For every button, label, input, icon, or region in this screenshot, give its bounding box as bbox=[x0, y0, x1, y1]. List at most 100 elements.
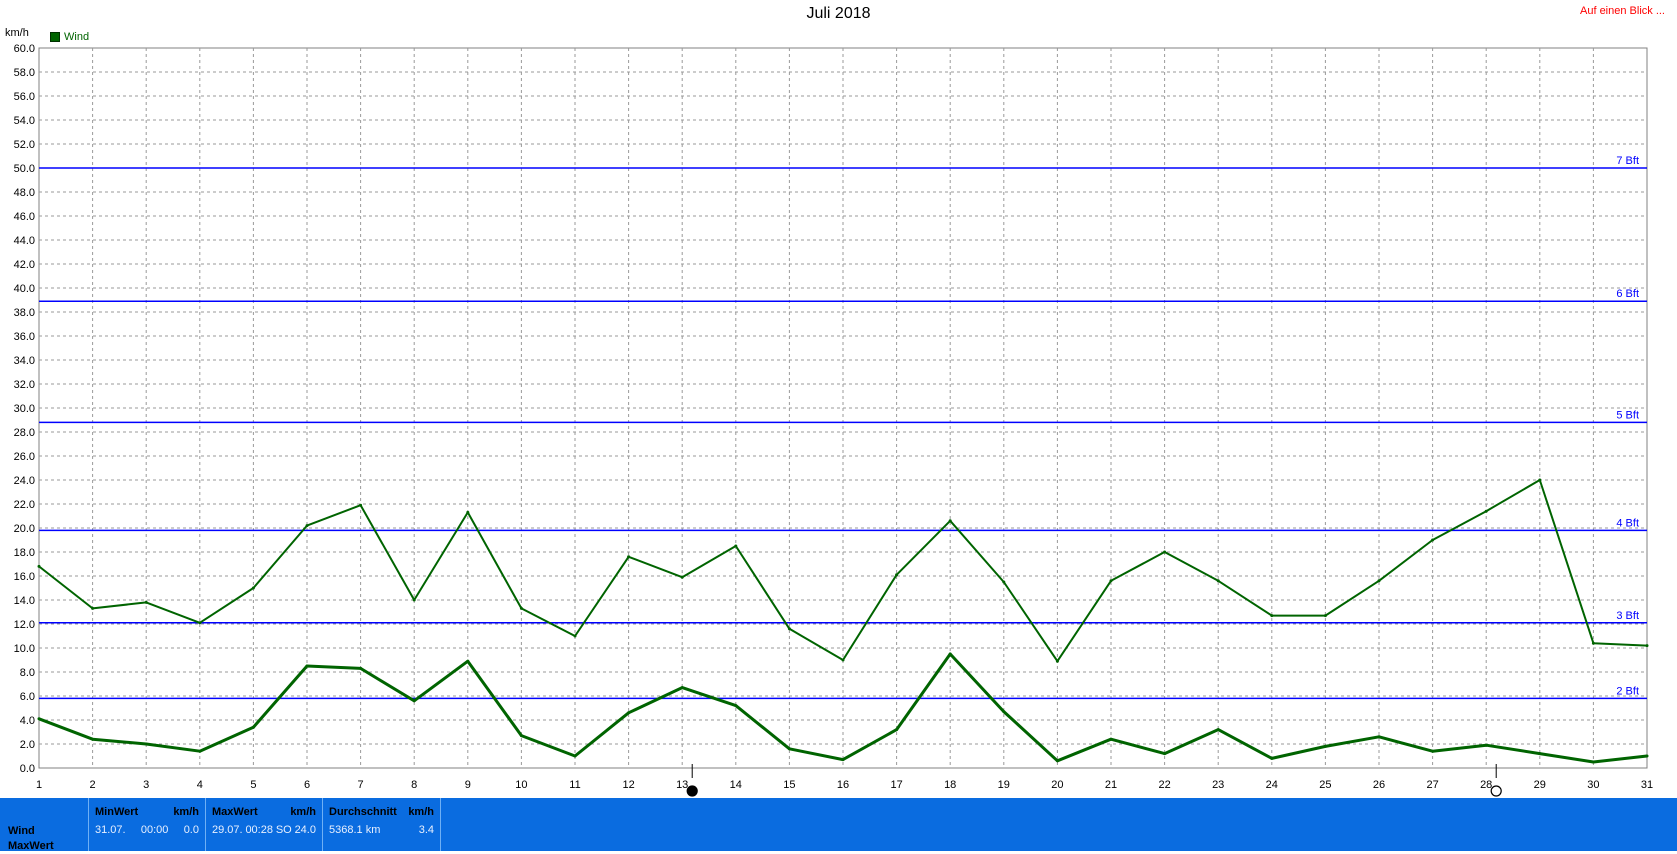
y-tick-label: 52.0 bbox=[14, 139, 35, 151]
stat-max-time: 00:28 bbox=[245, 824, 273, 836]
y-tick-label: 48.0 bbox=[14, 187, 35, 199]
data-point-average bbox=[412, 699, 416, 703]
x-tick-label: 31 bbox=[1641, 779, 1653, 791]
data-point-max bbox=[1270, 614, 1274, 618]
y-tick-label: 42.0 bbox=[14, 259, 35, 271]
wind-chart: 0.0 2.0 4.0 6.0 8.0 10.0 12.0 14.0 16.0 18.0 20.0 2… bbox=[14, 43, 1653, 797]
stat-avg-header: Durchschnitt bbox=[329, 806, 397, 818]
x-tick-label: 18 bbox=[944, 779, 956, 791]
data-point-max bbox=[1163, 550, 1167, 554]
x-tick-label: 23 bbox=[1212, 779, 1224, 791]
stats-row-label-maxwert: MaxWert bbox=[8, 840, 54, 852]
y-tick-label: 0.0 bbox=[20, 763, 35, 775]
x-tick-label: 30 bbox=[1587, 779, 1599, 791]
data-point-average bbox=[305, 664, 309, 668]
data-point-max bbox=[787, 627, 791, 631]
x-tick-label: 13 bbox=[676, 779, 688, 791]
x-tick-label: 29 bbox=[1534, 779, 1546, 791]
stats-bar: Wind MaxWert MinWert km/h 31.07. 00:00 0… bbox=[0, 798, 1677, 852]
y-tick-label: 34.0 bbox=[14, 355, 35, 367]
data-point-max bbox=[198, 621, 202, 625]
y-tick-label: 4.0 bbox=[20, 715, 35, 727]
data-point-average bbox=[573, 754, 577, 758]
x-tick-label: 28 bbox=[1480, 779, 1492, 791]
stat-max-value: 24.0 bbox=[294, 824, 316, 836]
data-point-max bbox=[1216, 579, 1220, 583]
y-tick-label: 44.0 bbox=[14, 235, 35, 247]
y-tick-label: 60.0 bbox=[14, 43, 35, 55]
legend-label: Wind bbox=[64, 31, 90, 43]
y-tick-label: 8.0 bbox=[20, 667, 35, 679]
data-point-average bbox=[1002, 710, 1006, 714]
data-point-max bbox=[359, 503, 363, 507]
y-unit-label: km/h bbox=[5, 27, 29, 39]
x-tick-label: 8 bbox=[411, 779, 417, 791]
data-point-average bbox=[144, 742, 148, 746]
y-tick-label: 26.0 bbox=[14, 451, 35, 463]
y-tick-label: 46.0 bbox=[14, 211, 35, 223]
y-tick-label: 14.0 bbox=[14, 595, 35, 607]
data-point-max bbox=[37, 564, 41, 568]
x-tick-label: 21 bbox=[1105, 779, 1117, 791]
data-point-max bbox=[466, 510, 470, 514]
stat-max-box: MaxWert km/h 29.07. 00:28 SO 24.0 bbox=[205, 798, 322, 851]
x-tick-label: 22 bbox=[1158, 779, 1170, 791]
y-tick-label: 36.0 bbox=[14, 331, 35, 343]
data-point-average bbox=[1377, 735, 1381, 739]
data-point-average bbox=[251, 725, 255, 729]
data-point-average bbox=[1163, 752, 1167, 756]
y-tick-label: 10.0 bbox=[14, 643, 35, 655]
data-point-average bbox=[198, 749, 202, 753]
y-tick-label: 22.0 bbox=[14, 499, 35, 511]
stat-max-date: 29.07. bbox=[212, 824, 243, 836]
data-point-average bbox=[1591, 760, 1595, 764]
y-tick-label: 20.0 bbox=[14, 523, 35, 535]
data-point-max bbox=[1323, 614, 1327, 618]
x-tick-label: 26 bbox=[1373, 779, 1385, 791]
y-tick-label: 18.0 bbox=[14, 547, 35, 559]
x-tick-label: 9 bbox=[465, 779, 471, 791]
y-tick-label: 6.0 bbox=[20, 691, 35, 703]
legend-swatch bbox=[50, 32, 60, 42]
data-point-max bbox=[1591, 641, 1595, 645]
overview-link[interactable]: Auf einen Blick ... bbox=[1580, 5, 1665, 17]
y-tick-label: 38.0 bbox=[14, 307, 35, 319]
data-point-average bbox=[1323, 744, 1327, 748]
data-point-max bbox=[895, 573, 899, 577]
y-tick-label: 56.0 bbox=[14, 91, 35, 103]
stat-avg-distance: 5368.1 km bbox=[329, 824, 381, 836]
data-point-max bbox=[519, 606, 523, 610]
beaufort-label: 5 Bft bbox=[1616, 409, 1639, 421]
data-point-max bbox=[1538, 478, 1542, 482]
data-point-max bbox=[1109, 579, 1113, 583]
y-tick-label: 58.0 bbox=[14, 67, 35, 79]
x-tick-label: 17 bbox=[890, 779, 902, 791]
new-moon-icon bbox=[686, 785, 698, 797]
x-tick-label: 12 bbox=[622, 779, 634, 791]
data-point-max bbox=[1377, 579, 1381, 583]
x-tick-label: 16 bbox=[837, 779, 849, 791]
data-point-average bbox=[359, 666, 363, 670]
data-point-average bbox=[1216, 728, 1220, 732]
x-tick-label: 6 bbox=[304, 779, 310, 791]
data-point-max bbox=[627, 555, 631, 559]
x-tick-label: 15 bbox=[783, 779, 795, 791]
legend: Wind bbox=[50, 31, 89, 43]
stat-min-box: MinWert km/h 31.07. 00:00 0.0 bbox=[88, 798, 205, 851]
x-tick-label: 24 bbox=[1266, 779, 1278, 791]
data-point-max bbox=[1002, 580, 1006, 584]
data-point-average bbox=[1484, 743, 1488, 747]
stat-max-unit: km/h bbox=[290, 806, 316, 818]
data-point-average bbox=[948, 652, 952, 656]
y-tick-label: 32.0 bbox=[14, 379, 35, 391]
x-tick-label: 27 bbox=[1426, 779, 1438, 791]
beaufort-label: 2 Bft bbox=[1616, 685, 1639, 697]
data-point-max bbox=[144, 600, 148, 604]
stat-avg-value: 3.4 bbox=[418, 824, 434, 836]
data-point-max bbox=[1431, 538, 1435, 542]
data-point-average bbox=[734, 704, 738, 708]
stats-row-label-wind: Wind bbox=[8, 825, 35, 837]
data-point-max bbox=[305, 524, 309, 528]
data-point-max bbox=[1645, 644, 1649, 648]
data-point-max bbox=[734, 544, 738, 548]
